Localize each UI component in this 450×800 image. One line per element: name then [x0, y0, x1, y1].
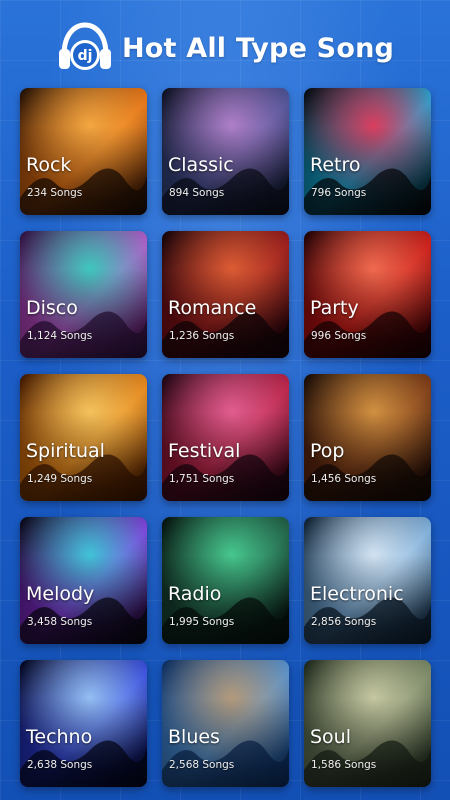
song-count: 1,124 Songs — [27, 330, 93, 342]
category-name: Party — [310, 297, 359, 319]
category-tile-spiritual[interactable]: Spiritual 1,249 Songs — [20, 374, 147, 501]
category-name: Radio — [168, 583, 222, 605]
song-count: 1,236 Songs — [169, 330, 235, 342]
category-name: Soul — [310, 726, 352, 748]
song-count: 1,456 Songs — [311, 473, 377, 485]
song-count: 1,586 Songs — [311, 759, 377, 771]
category-tile-techno[interactable]: Techno 2,638 Songs — [20, 660, 147, 787]
category-name: Festival — [168, 440, 241, 462]
song-count: 1,995 Songs — [169, 616, 235, 628]
category-name: Techno — [26, 726, 93, 748]
song-count: 796 Songs — [311, 187, 367, 199]
category-name: Disco — [26, 297, 78, 319]
song-count: 2,638 Songs — [27, 759, 93, 771]
category-tile-blues[interactable]: Blues 2,568 Songs — [162, 660, 289, 787]
category-tile-electronic[interactable]: Electronic 2,856 Songs — [304, 517, 431, 644]
category-tile-soul[interactable]: Soul 1,586 Songs — [304, 660, 431, 787]
category-tile-rock[interactable]: Rock 234 Songs — [20, 88, 147, 215]
category-name: Retro — [310, 154, 361, 176]
category-tile-retro[interactable]: Retro 796 Songs — [304, 88, 431, 215]
song-count: 3,458 Songs — [27, 616, 93, 628]
category-tile-festival[interactable]: Festival 1,751 Songs — [162, 374, 289, 501]
category-name: Pop — [310, 440, 345, 462]
category-tile-classic[interactable]: Classic 894 Songs — [162, 88, 289, 215]
song-count: 1,751 Songs — [169, 473, 235, 485]
category-name: Spiritual — [26, 440, 105, 462]
dj-headphones-logo: dj — [56, 21, 114, 75]
category-name: Rock — [26, 154, 72, 176]
category-tile-melody[interactable]: Melody 3,458 Songs — [20, 517, 147, 644]
song-count: 2,568 Songs — [169, 759, 235, 771]
category-tile-disco[interactable]: Disco 1,124 Songs — [20, 231, 147, 358]
category-name: Electronic — [310, 583, 404, 605]
category-tile-radio[interactable]: Radio 1,995 Songs — [162, 517, 289, 644]
category-name: Melody — [26, 583, 95, 605]
song-count: 996 Songs — [311, 330, 367, 342]
category-tile-party[interactable]: Party 996 Songs — [304, 231, 431, 358]
song-count: 894 Songs — [169, 187, 225, 199]
category-grid: Rock 234 Songs Classic 894 Songs Retro 796 So… — [20, 88, 431, 787]
category-tile-romance[interactable]: Romance 1,236 Songs — [162, 231, 289, 358]
song-count: 2,856 Songs — [311, 616, 377, 628]
category-name: Blues — [168, 726, 220, 748]
song-count: 1,249 Songs — [27, 473, 93, 485]
app-title: Hot All Type Song — [121, 32, 395, 64]
app-header: dj Hot All Type Song — [0, 18, 450, 78]
song-count: 234 Songs — [27, 187, 83, 199]
logo-text: dj — [78, 48, 93, 64]
category-name: Romance — [168, 297, 257, 319]
category-tile-pop[interactable]: Pop 1,456 Songs — [304, 374, 431, 501]
category-name: Classic — [168, 154, 234, 176]
